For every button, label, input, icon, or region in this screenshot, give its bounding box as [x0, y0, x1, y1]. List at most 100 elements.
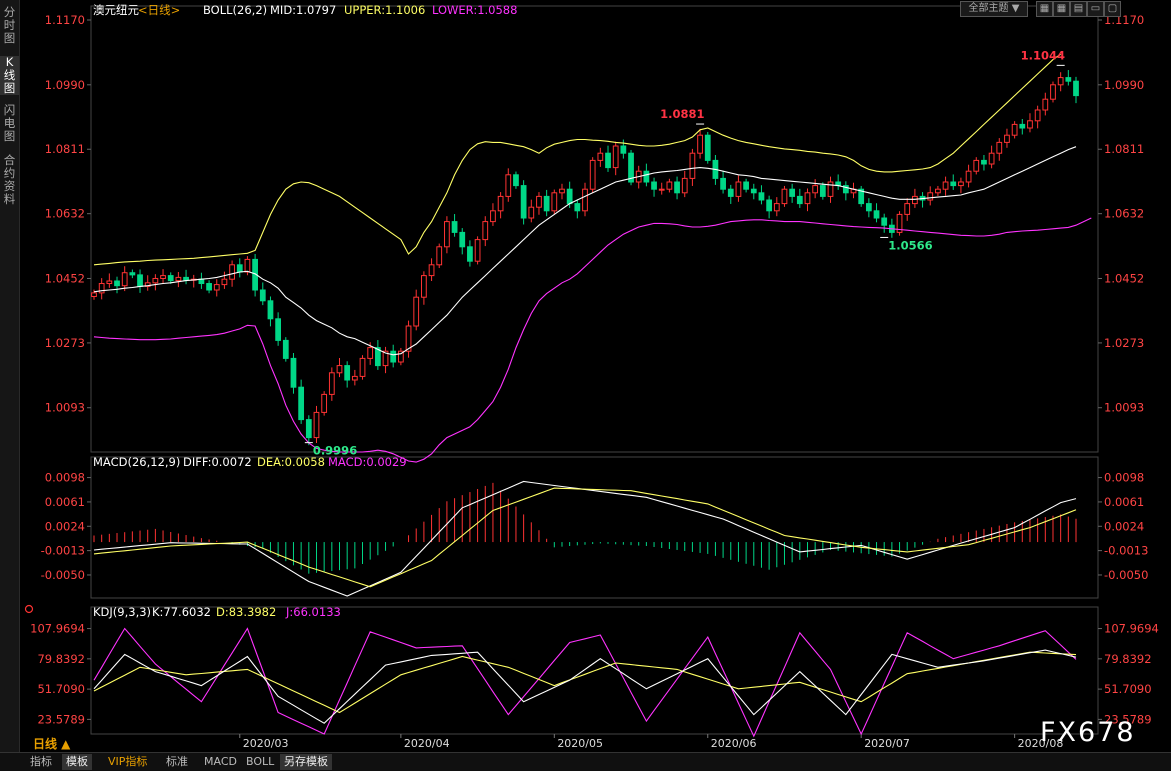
sidebar-tabs: 分 时 图 K 线 图闪 电 图合 约 资 料 — [0, 0, 20, 752]
sidebar-tab[interactable]: 分 时 图 — [0, 6, 19, 45]
kdj-k-line — [93, 649, 1077, 724]
candle-body — [167, 275, 174, 282]
maximize-icon[interactable]: ▢ — [1104, 1, 1121, 17]
restore-icon[interactable]: ▭ — [1087, 1, 1104, 17]
bottom-tab[interactable]: 标准 — [162, 754, 192, 770]
candle-body — [221, 278, 228, 286]
price-frame — [90, 5, 1099, 453]
candle-body — [589, 159, 596, 190]
macd-dea-value: DEA:0.0058 — [257, 455, 325, 469]
watermark: FX678 — [1040, 717, 1136, 748]
grid-alt-icon[interactable]: ▦ — [1053, 1, 1070, 17]
candle-body — [328, 372, 335, 395]
candle-body — [467, 246, 473, 262]
candle-body — [490, 210, 496, 223]
macd-frame — [90, 456, 1099, 599]
candle-body — [620, 145, 627, 154]
price-axis-tick-label-left: 1.0273 — [45, 336, 85, 350]
kdj-axis-tick-label-right: 51.7090 — [1104, 682, 1152, 696]
candle-body — [436, 246, 443, 266]
price-axis-tick-label-left: 1.1170 — [45, 13, 85, 27]
candle-body — [275, 318, 282, 341]
settings-dot-icon[interactable] — [24, 604, 34, 614]
grid-icon[interactable]: ▦ — [1036, 1, 1053, 17]
macd-label: MACD(26,12,9) — [93, 455, 180, 469]
candle-body — [551, 192, 558, 212]
price-axis-tick-label-right: 1.0811 — [1104, 142, 1144, 156]
period-label: <日线> — [138, 3, 180, 17]
date-tick-label: 2020/04 — [404, 737, 450, 750]
candle-body — [988, 152, 995, 165]
bottom-tab[interactable]: 模板 — [62, 754, 92, 770]
candle-body — [175, 276, 182, 282]
candle-body — [206, 283, 212, 291]
candle-body — [958, 181, 964, 187]
candle-body — [697, 134, 703, 154]
price-axis-tick-label-right: 1.0632 — [1104, 207, 1144, 221]
candle-body — [605, 152, 611, 169]
candle-body — [559, 188, 565, 194]
candle-body — [904, 203, 911, 215]
macd-axis-tick-label-left: -0.0013 — [41, 544, 85, 558]
kdj-d-value: D:83.3982 — [216, 605, 276, 619]
candle-body — [658, 188, 665, 191]
kdj-axis-tick-label-left: 79.8392 — [37, 652, 85, 666]
candle-body — [1073, 80, 1079, 97]
candle-body — [497, 195, 504, 212]
candle-body — [1042, 98, 1049, 111]
macd-axis-tick-label-left: 0.0024 — [45, 519, 85, 533]
candle-body — [160, 275, 166, 279]
bottom-tab[interactable]: 指标 — [26, 754, 56, 770]
candle-body — [912, 195, 918, 205]
candle-body — [229, 264, 235, 280]
candle-body — [244, 258, 251, 273]
candle-body — [827, 181, 834, 197]
candle-body — [513, 174, 519, 187]
candle-body — [536, 195, 542, 208]
theme-dropdown-label: 全部主题 — [968, 3, 1009, 14]
candle-body — [451, 221, 458, 233]
candle-body — [865, 203, 872, 212]
kdj-k-value: K:77.6032 — [152, 605, 211, 619]
candle-body — [950, 181, 957, 187]
macd-axis-tick-label-right: -0.0050 — [1104, 568, 1148, 582]
extreme-label: 1.0881 — [660, 107, 704, 121]
candle-body — [965, 170, 972, 183]
macd-axis-tick-label-left: -0.0050 — [41, 568, 85, 582]
candle-body — [1011, 123, 1018, 136]
candle-body — [1027, 120, 1033, 129]
bottom-tab[interactable]: BOLL — [242, 754, 278, 770]
candle-body — [313, 411, 320, 439]
candle-body — [505, 174, 512, 197]
sidebar-tab[interactable]: 合 约 资 料 — [0, 154, 19, 206]
candle-body — [428, 264, 435, 277]
candle-body — [812, 185, 819, 194]
sidebar-tab[interactable]: K 线 图 — [0, 56, 19, 95]
sidebar-tab[interactable]: 闪 电 图 — [0, 104, 19, 143]
dropdown-arrow-icon: ▼ — [1011, 3, 1020, 14]
candle-body — [91, 292, 97, 297]
macd-axis-tick-label-right: 0.0024 — [1104, 519, 1144, 533]
macd-diff-line — [93, 480, 1077, 597]
kdj-axis-tick-label-right: 79.8392 — [1104, 652, 1152, 666]
period-selector[interactable]: 日线 ▲ — [33, 736, 71, 751]
theme-dropdown[interactable]: 全部主题 ▼ — [960, 1, 1028, 17]
bottom-tab[interactable]: VIP指标 — [104, 754, 151, 770]
candle-body — [927, 192, 934, 201]
candle-body — [367, 347, 374, 359]
candle-body — [796, 195, 803, 205]
kdj-axis-tick-label-left: 23.5789 — [37, 712, 85, 726]
candle-body — [597, 152, 604, 161]
candle-body — [735, 181, 742, 197]
bottom-tab[interactable]: MACD — [200, 754, 241, 770]
candle-body — [643, 170, 650, 183]
candle-body — [981, 159, 987, 165]
macd-axis-tick-label-right: 0.0098 — [1104, 471, 1144, 485]
boll-upper-line — [93, 53, 1062, 266]
bottom-tab[interactable]: 另存模板 — [280, 754, 332, 770]
layout-icon[interactable]: ▤ — [1070, 1, 1087, 17]
candle-body — [213, 284, 220, 291]
candle-body — [236, 264, 243, 273]
candle-body — [804, 192, 811, 205]
candle-body — [773, 203, 780, 212]
